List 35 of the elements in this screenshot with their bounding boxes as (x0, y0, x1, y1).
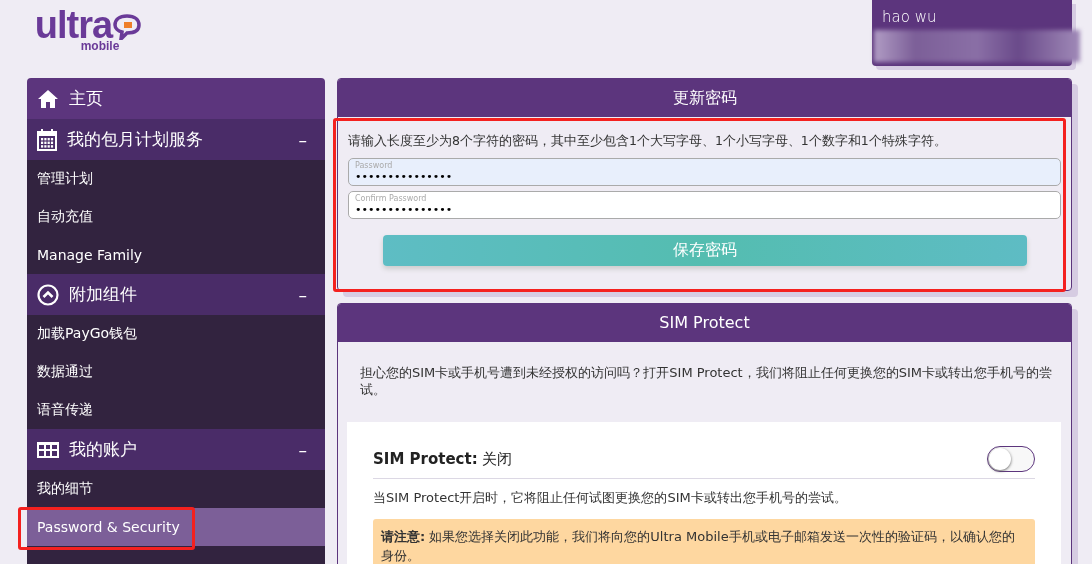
intro-text: 担心您的SIM卡或手机号遭到未经授权的访问吗？打开SIM Protect，我们将阻止任何更换您的SIM卡或转出您手机号的尝试。 (360, 364, 1053, 398)
section-label: 我的账户 (69, 438, 138, 461)
table-icon (37, 441, 59, 458)
section-label: 我的包月计划服务 (67, 128, 204, 151)
sidebar-item[interactable]: 管理计划 (27, 160, 325, 198)
password-field[interactable]: Password ••••••••••••••• (348, 158, 1061, 186)
toggle-switch[interactable] (987, 446, 1035, 472)
user-name: hao wu (882, 8, 938, 26)
sidebar-item[interactable]: 我的细节 (27, 470, 325, 508)
sidebar-item[interactable]: 加载PayGo钱包 (27, 315, 325, 353)
panel-title: SIM Protect (338, 304, 1071, 342)
sidebar-section[interactable]: 我的包月计划服务 – (27, 119, 325, 160)
warning-note: 请注意: 如果您选择关闭此功能，我们将向您的Ultra Mobile手机或电子邮箱发送一次性的验证码，以确认您的身份。 (373, 519, 1035, 564)
sidebar-item[interactable]: 数据通过 (27, 353, 325, 391)
status-heading: SIM Protect: 关闭 (373, 449, 513, 469)
panel-title: 更新密码 (338, 79, 1071, 117)
password-hint: 请输入长度至少为8个字符的密码，其中至少包含1个大写字母、1个小写字母、1个数字和1个特殊字符。 (348, 133, 948, 150)
description-text: 当SIM Protect开启时，它将阻止任何试图更换您的SIM卡或转出您手机号的尝试。 (373, 489, 848, 507)
sidebar-item[interactable]: Manage Family (27, 236, 325, 274)
sidebar-item[interactable]: Password & Security (27, 508, 325, 546)
chevron-up-circle-icon (37, 283, 59, 306)
sidebar-section[interactable]: 我的账户 – (27, 429, 325, 470)
link-label: 主页 (69, 87, 104, 110)
section-label: 附加组件 (69, 283, 138, 306)
collapse-toggle[interactable]: – (298, 284, 307, 305)
sidebar-link[interactable]: 主页 (27, 78, 325, 119)
sidebar-section[interactable]: 附加组件 – (27, 274, 325, 315)
home-icon (37, 88, 59, 109)
logo: ultra mobile (36, 10, 140, 56)
password-field[interactable]: Confirm Password ••••••••••••••• (348, 191, 1061, 219)
collapse-toggle[interactable]: – (298, 129, 307, 150)
calendar-icon (37, 128, 57, 151)
collapse-toggle[interactable]: – (298, 439, 307, 460)
sidebar-item[interactable]: 自动充值 (27, 198, 325, 236)
sidebar-item[interactable]: 语音传递 (27, 391, 325, 429)
